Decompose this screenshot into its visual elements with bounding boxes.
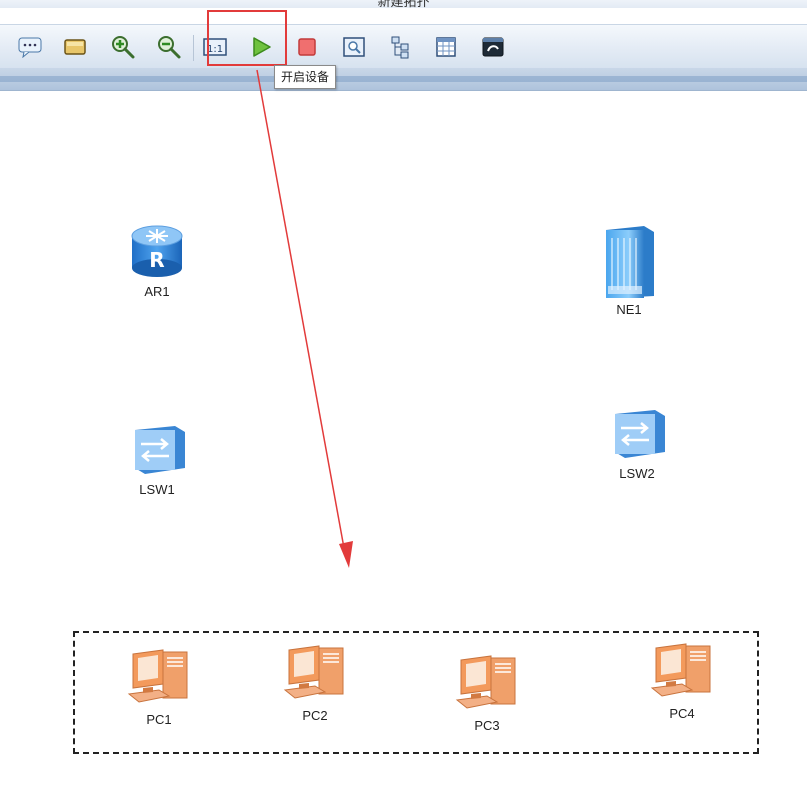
annotation-arrow	[256, 69, 353, 568]
